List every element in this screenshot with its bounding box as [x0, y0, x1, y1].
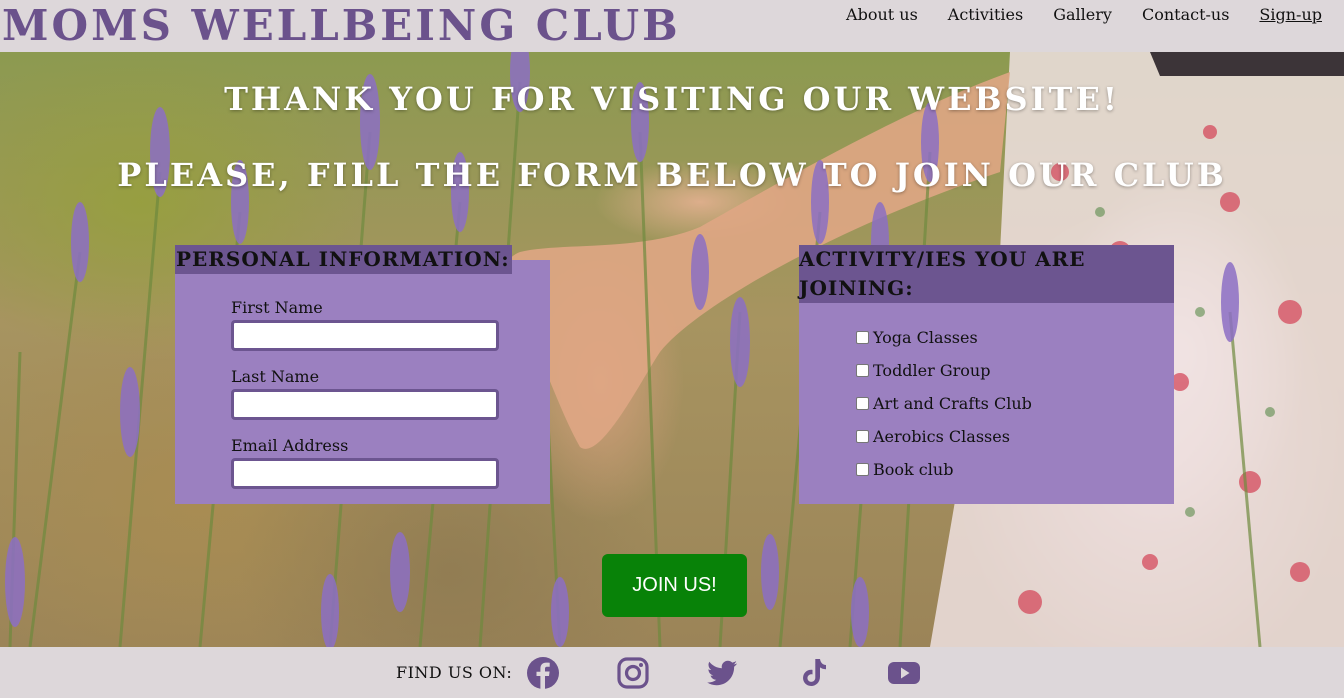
- checkbox[interactable]: [856, 463, 869, 476]
- join-us-button[interactable]: JOIN US!: [602, 554, 747, 617]
- activities-legend: ACTIVITY/IES YOU ARE JOINING:: [799, 247, 1086, 300]
- facebook-icon[interactable]: [526, 656, 560, 690]
- last-name-label: Last Name: [231, 367, 320, 386]
- hero-heading: THANK YOU FOR VISITING OUR WEBSITE!: [224, 80, 1120, 118]
- email-label: Email Address: [231, 436, 349, 455]
- hero-subheading: PLEASE, FILL THE FORM BELOW TO JOIN OUR …: [117, 156, 1227, 194]
- hero-background: THANK YOU FOR VISITING OUR WEBSITE! PLEA…: [0, 52, 1344, 647]
- email-input[interactable]: [231, 458, 499, 489]
- site-footer: FIND US ON:: [0, 647, 1344, 698]
- main-nav: About us Activities Gallery Contact-us S…: [846, 4, 1322, 26]
- nav-sign-up[interactable]: Sign-up: [1259, 4, 1322, 26]
- personal-info-legend: PERSONAL INFORMATION:: [175, 245, 512, 274]
- site-header: MOMS WELLBEING CLUB About us Activities …: [0, 0, 1344, 52]
- activity-option[interactable]: Yoga Classes: [856, 328, 978, 347]
- personal-info-panel: First Name Last Name Email Address: [175, 260, 550, 504]
- activity-label: Aerobics Classes: [873, 427, 1010, 446]
- checkbox[interactable]: [856, 430, 869, 443]
- activities-panel: ACTIVITY/IES YOU ARE JOINING: Yoga Class…: [799, 245, 1174, 504]
- first-name-input[interactable]: [231, 320, 499, 351]
- activity-option[interactable]: Art and Crafts Club: [856, 394, 1032, 413]
- first-name-label: First Name: [231, 298, 323, 317]
- nav-contact-us[interactable]: Contact-us: [1142, 4, 1229, 26]
- activity-label: Art and Crafts Club: [873, 394, 1032, 413]
- youtube-icon[interactable]: [887, 656, 921, 690]
- tiktok-icon[interactable]: [796, 656, 830, 690]
- nav-about-us[interactable]: About us: [846, 4, 918, 26]
- activity-option[interactable]: Toddler Group: [856, 361, 990, 380]
- activity-label: Toddler Group: [873, 361, 991, 380]
- activity-label: Yoga Classes: [873, 328, 978, 347]
- activity-option[interactable]: Book club: [856, 460, 953, 479]
- twitter-icon[interactable]: [705, 656, 739, 690]
- checkbox[interactable]: [856, 397, 869, 410]
- nav-gallery[interactable]: Gallery: [1053, 4, 1112, 26]
- activity-label: Book club: [873, 460, 954, 479]
- site-logo-title[interactable]: MOMS WELLBEING CLUB: [2, 2, 681, 50]
- instagram-icon[interactable]: [616, 656, 650, 690]
- checkbox[interactable]: [856, 331, 869, 344]
- checkbox[interactable]: [856, 364, 869, 377]
- find-us-label: FIND US ON:: [396, 663, 513, 682]
- activity-option[interactable]: Aerobics Classes: [856, 427, 1010, 446]
- last-name-input[interactable]: [231, 389, 499, 420]
- nav-activities[interactable]: Activities: [948, 4, 1023, 26]
